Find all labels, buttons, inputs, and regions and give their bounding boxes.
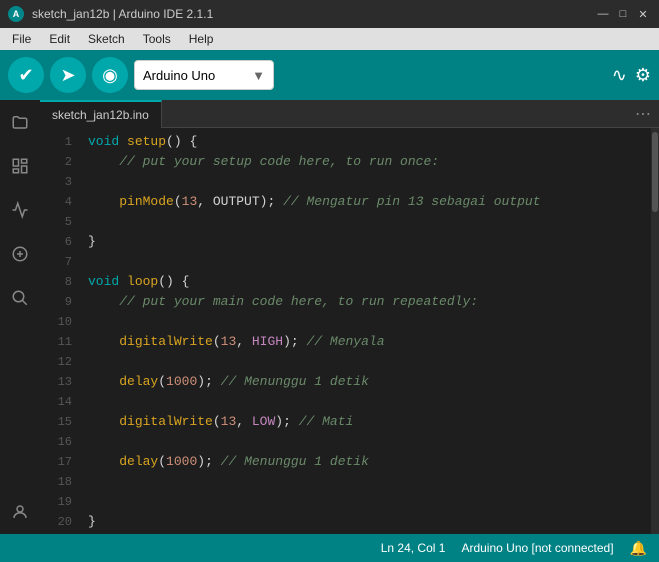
settings-icon[interactable]: ⚙ [635,65,651,86]
code-line-19 [88,492,643,512]
upload-icon[interactable] [6,240,34,268]
board-status: Arduino Uno [not connected] [461,541,613,555]
line-14: 14 [40,392,72,412]
line-4: 4 [40,192,72,212]
minimize-button[interactable]: — [595,6,611,22]
code-line-20: } [88,512,643,532]
code-line-15: digitalWrite(13, LOW); // Mati [88,412,643,432]
toolbar: ✔ ➤ ◉ Arduino Uno ▼ ∿ ⚙ [0,50,659,100]
verify-button[interactable]: ✔ [8,57,44,93]
code-line-8: void loop() { [88,272,643,292]
main-area: sketch_jan12b.ino ⋯ 1 2 3 4 5 6 7 8 9 10… [0,100,659,534]
board-selector[interactable]: Arduino Uno ▼ [134,60,274,90]
line-8: 8 [40,272,72,292]
line-5: 5 [40,212,72,232]
editor-area: sketch_jan12b.ino ⋯ 1 2 3 4 5 6 7 8 9 10… [40,100,659,534]
window-title: sketch_jan12b | Arduino IDE 2.1.1 [32,7,587,21]
line-18: 18 [40,472,72,492]
menu-sketch[interactable]: Sketch [80,30,133,48]
code-line-1: void setup() { [88,132,643,152]
line-21: 21 [40,532,72,534]
library-icon[interactable] [6,152,34,180]
folder-icon[interactable] [6,108,34,136]
code-line-14 [88,392,643,412]
scrollbar-track[interactable] [651,128,659,534]
notification-icon[interactable]: 🔔 [630,540,647,557]
board-name: Arduino Uno [143,68,215,83]
scrollbar-thumb[interactable] [652,132,658,212]
serial-monitor-icon[interactable]: ∿ [612,65,627,86]
line-20: 20 [40,512,72,532]
code-line-13: delay(1000); // Menunggu 1 detik [88,372,643,392]
tab-filename: sketch_jan12b.ino [52,108,149,122]
code-line-10 [88,312,643,332]
upload-button[interactable]: ➤ [50,57,86,93]
code-line-2: // put your setup code here, to run once… [88,152,643,172]
line-9: 9 [40,292,72,312]
code-line-21 [88,532,643,534]
maximize-button[interactable]: □ [615,6,631,22]
line-3: 3 [40,172,72,192]
code-line-7 [88,252,643,272]
tab-bar: sketch_jan12b.ino ⋯ [40,100,659,128]
code-line-4: pinMode(13, OUTPUT); // Mengatur pin 13 … [88,192,643,212]
code-line-6: } [88,232,643,252]
code-line-17: delay(1000); // Menunggu 1 detik [88,452,643,472]
line-1: 1 [40,132,72,152]
search-icon[interactable] [6,284,34,312]
statusbar: Ln 24, Col 1 Arduino Uno [not connected]… [0,534,659,562]
code-editor[interactable]: 1 2 3 4 5 6 7 8 9 10 11 12 13 14 15 16 1… [40,128,659,534]
chart-icon[interactable] [6,196,34,224]
code-line-12 [88,352,643,372]
cursor-position: Ln 24, Col 1 [381,541,446,555]
code-line-16 [88,432,643,452]
toolbar-right: ∿ ⚙ [612,65,651,86]
line-6: 6 [40,232,72,252]
code-content[interactable]: void setup() { // put your setup code he… [80,128,651,534]
tab-more-button[interactable]: ⋯ [627,104,659,124]
window-controls: — □ ✕ [595,6,651,22]
line-19: 19 [40,492,72,512]
menu-file[interactable]: File [4,30,39,48]
titlebar: A sketch_jan12b | Arduino IDE 2.1.1 — □ … [0,0,659,28]
menu-tools[interactable]: Tools [135,30,179,48]
debug-button[interactable]: ◉ [92,57,128,93]
code-line-3 [88,172,643,192]
menu-help[interactable]: Help [181,30,222,48]
line-2: 2 [40,152,72,172]
menubar: File Edit Sketch Tools Help [0,28,659,50]
code-line-11: digitalWrite(13, HIGH); // Menyala [88,332,643,352]
line-13: 13 [40,372,72,392]
sidebar [0,100,40,534]
code-line-18 [88,472,643,492]
app-icon: A [8,6,24,22]
line-11: 11 [40,332,72,352]
line-15: 15 [40,412,72,432]
code-line-9: // put your main code here, to run repea… [88,292,643,312]
line-17: 17 [40,452,72,472]
user-icon[interactable] [6,498,34,526]
code-line-5 [88,212,643,232]
editor-tab[interactable]: sketch_jan12b.ino [40,100,162,128]
line-10: 10 [40,312,72,332]
line-16: 16 [40,432,72,452]
line-7: 7 [40,252,72,272]
line-12: 12 [40,352,72,372]
line-numbers: 1 2 3 4 5 6 7 8 9 10 11 12 13 14 15 16 1… [40,128,80,534]
menu-edit[interactable]: Edit [41,30,78,48]
close-button[interactable]: ✕ [635,6,651,22]
